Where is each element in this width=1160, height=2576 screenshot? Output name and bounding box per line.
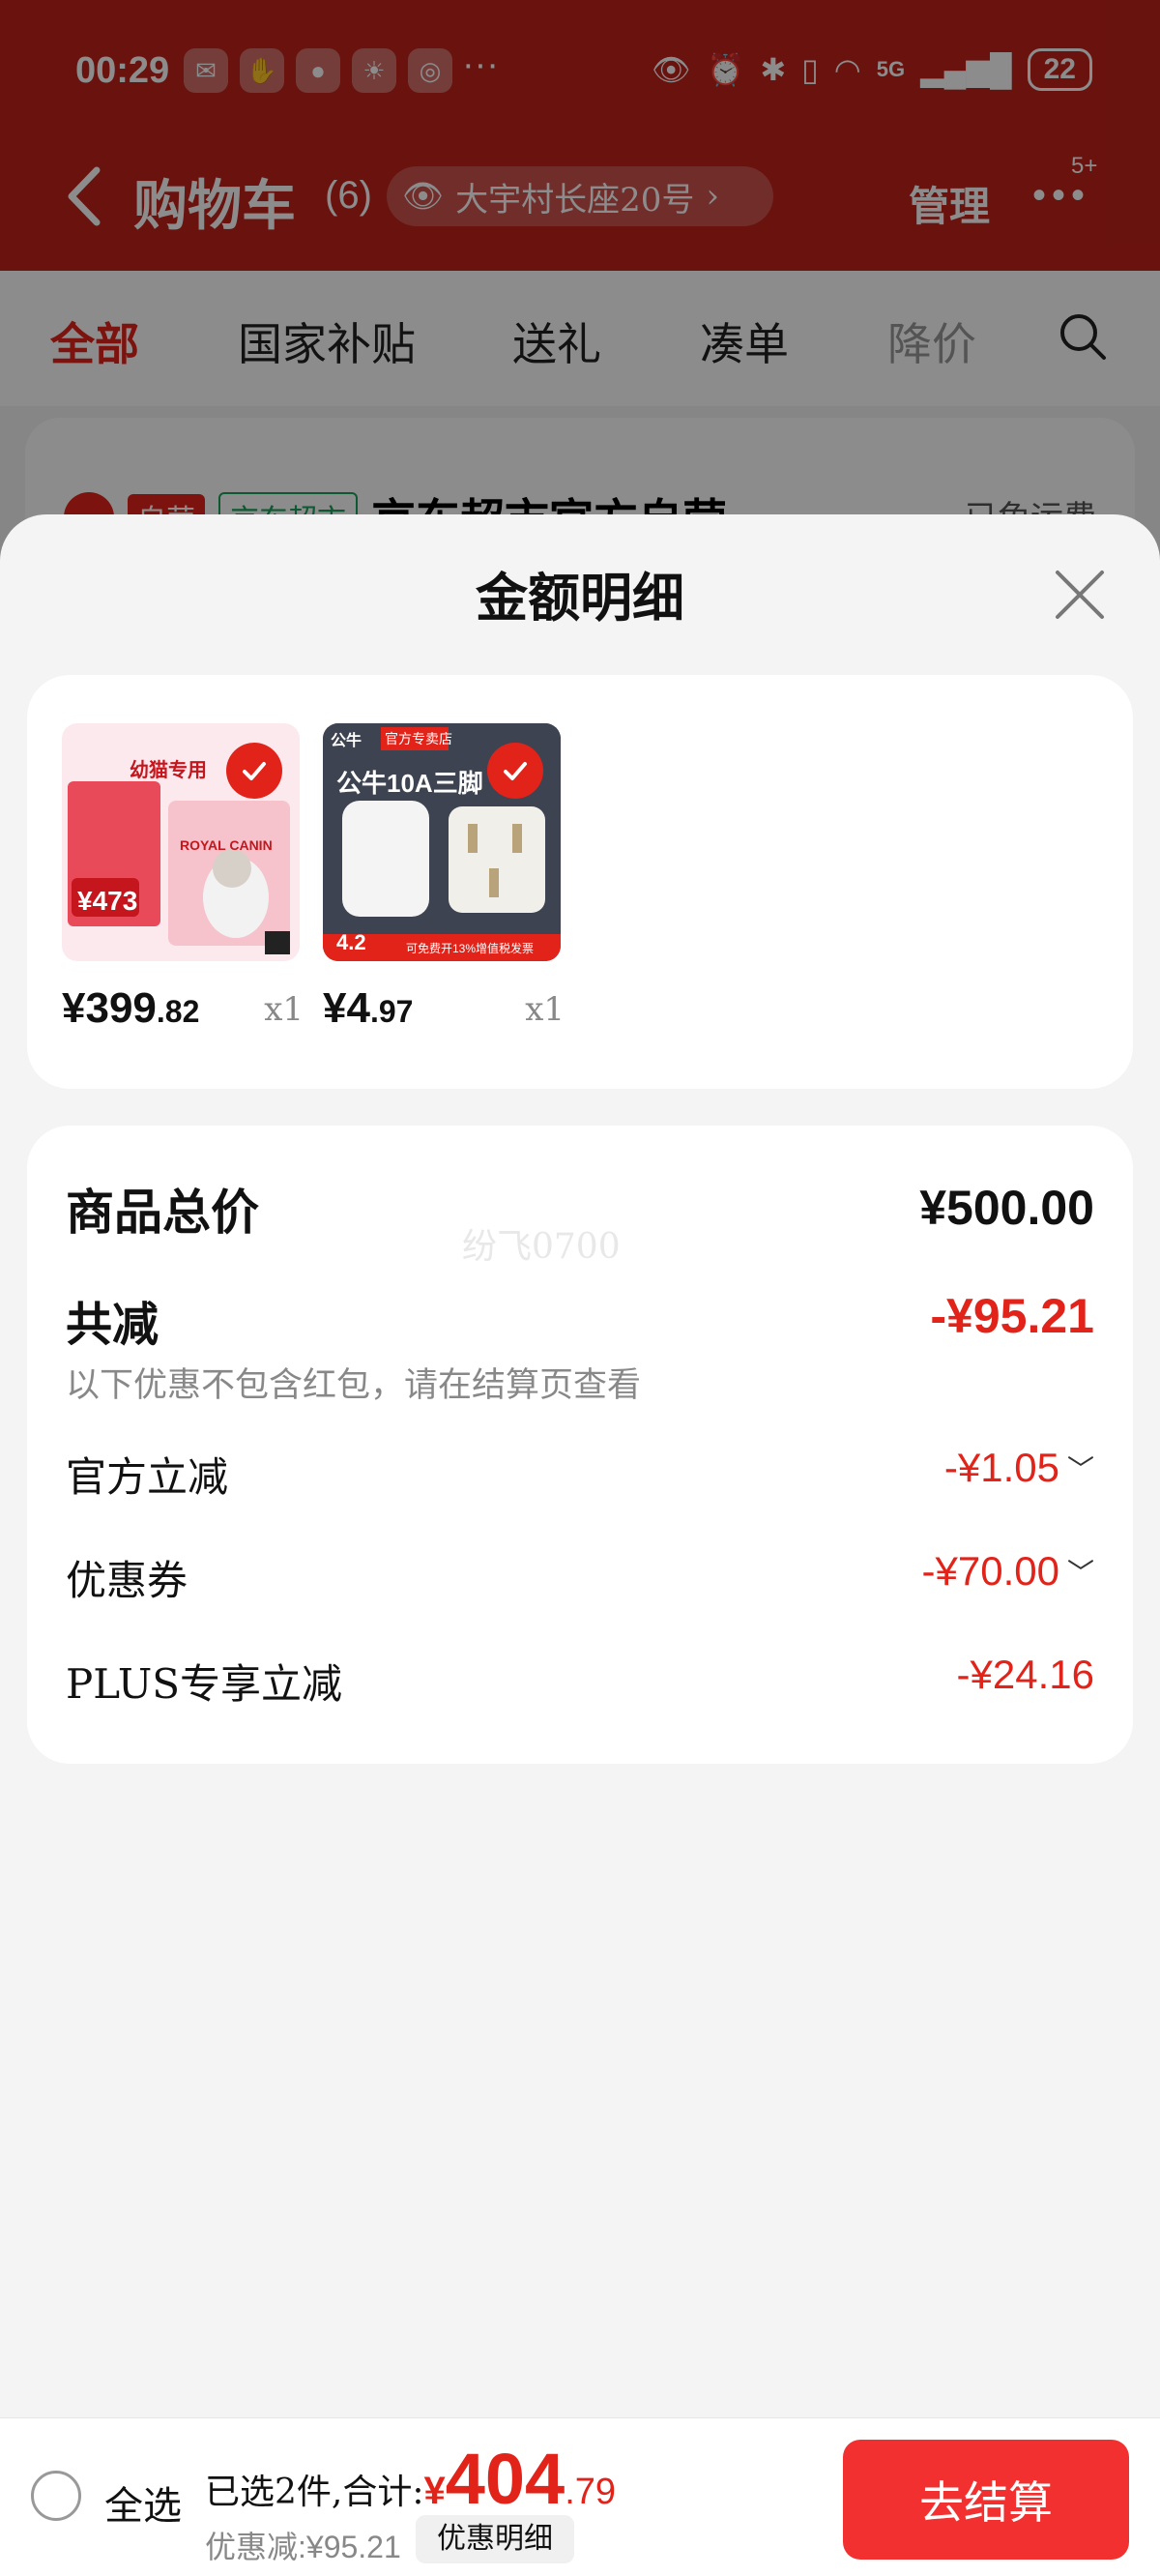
official-discount-label: 官方立减 [66, 1453, 229, 1501]
price-cents: .97 [369, 994, 414, 1029]
checked-icon[interactable] [226, 743, 282, 799]
total-integer: 404 [445, 2439, 566, 2519]
official-discount-value: -¥1.05 [943, 1445, 1059, 1490]
close-icon[interactable] [1052, 567, 1108, 623]
product-qty: x1 [525, 990, 565, 1029]
official-discount-row[interactable]: -¥1.05 ﹀ [944, 1445, 1094, 1491]
price-integer: ¥4 [323, 984, 370, 1032]
chevron-down-icon[interactable]: ﹀ [1067, 1552, 1094, 1591]
select-all-radio[interactable] [31, 2471, 81, 2521]
checked-icon[interactable] [487, 743, 543, 799]
order-summary: 已选2件,合计: ¥ 404 .79 [205, 2438, 616, 2520]
img-text-store: 公牛 [331, 733, 362, 749]
discount-note: 以下优惠不包含红包，请在结算页查看 [66, 1366, 642, 1405]
total-discount-label: 共减 [66, 1298, 160, 1352]
total-price-label: 商品总价 [66, 1184, 259, 1241]
watermark: 纷飞0700 [462, 1227, 621, 1267]
price-breakdown-card: 纷飞0700 商品总价 ¥500.00 共减 -¥95.21 以下优惠不包含红包… [27, 1126, 1133, 1764]
amount-detail-sheet: 金额明细 幼猫专用 ROYAL CANIN ¥473 ¥399.82 x1 公牛… [0, 514, 1160, 2417]
total-currency: ¥ [423, 2470, 446, 2512]
product-item[interactable]: 公牛 官方专卖店 公牛10A三脚 4.2 可免费开13%增值税发票 ¥4.97 … [323, 723, 565, 1032]
saved-amount: 优惠减:¥95.21 [205, 2530, 401, 2564]
product-qty: x1 [264, 990, 304, 1029]
checkout-bar: 全选 已选2件,合计: ¥ 404 .79 优惠减:¥95.21 优惠明细 去结… [0, 2417, 1160, 2576]
img-text-title: 幼猫专用 [130, 760, 207, 781]
total-price-value: ¥500.00 [919, 1181, 1094, 1235]
chevron-down-icon[interactable]: ﹀ [1067, 1449, 1094, 1487]
img-text-title: 公牛10A三脚 [336, 769, 483, 798]
img-text-brand: ROYAL CANIN [180, 837, 273, 853]
discount-detail-button[interactable]: 优惠明细 [416, 2515, 574, 2563]
product-item[interactable]: 幼猫专用 ROYAL CANIN ¥473 ¥399.82 x1 [62, 723, 304, 1032]
plus-discount-label: PLUS专享立减 [66, 1660, 343, 1708]
price-integer: ¥399 [62, 984, 157, 1032]
price-cents: .82 [156, 994, 200, 1029]
select-all-label[interactable]: 全选 [104, 2474, 182, 2531]
img-text-price: ¥473 [77, 886, 138, 916]
coupon-value: -¥70.00 [921, 1548, 1059, 1594]
total-discount-value: -¥95.21 [930, 1289, 1094, 1343]
sheet-title: 金额明细 [476, 567, 684, 629]
selected-items-card: 幼猫专用 ROYAL CANIN ¥473 ¥399.82 x1 公牛 官方专卖… [27, 675, 1133, 1089]
img-text-invoice: 可免费开13%增值税发票 [406, 942, 535, 955]
product-price: ¥4.97 [323, 984, 413, 1033]
checkout-button[interactable]: 去结算 [843, 2440, 1129, 2560]
product-image-cat-food[interactable]: 幼猫专用 ROYAL CANIN ¥473 [62, 723, 300, 961]
img-text-store-tag: 官方专卖店 [385, 731, 452, 746]
img-text-price: 4.2 [336, 930, 366, 954]
product-price: ¥399.82 [62, 984, 199, 1033]
coupon-row[interactable]: -¥70.00 ﹀ [922, 1548, 1094, 1595]
total-cents: .79 [565, 2472, 617, 2512]
plus-discount-value: -¥24.16 [956, 1652, 1094, 1697]
coupon-label: 优惠券 [66, 1557, 188, 1604]
product-image-plug[interactable]: 公牛 官方专卖店 公牛10A三脚 4.2 可免费开13%增值税发票 [323, 723, 561, 961]
selected-count-text: 已选2件,合计: [205, 2473, 424, 2512]
